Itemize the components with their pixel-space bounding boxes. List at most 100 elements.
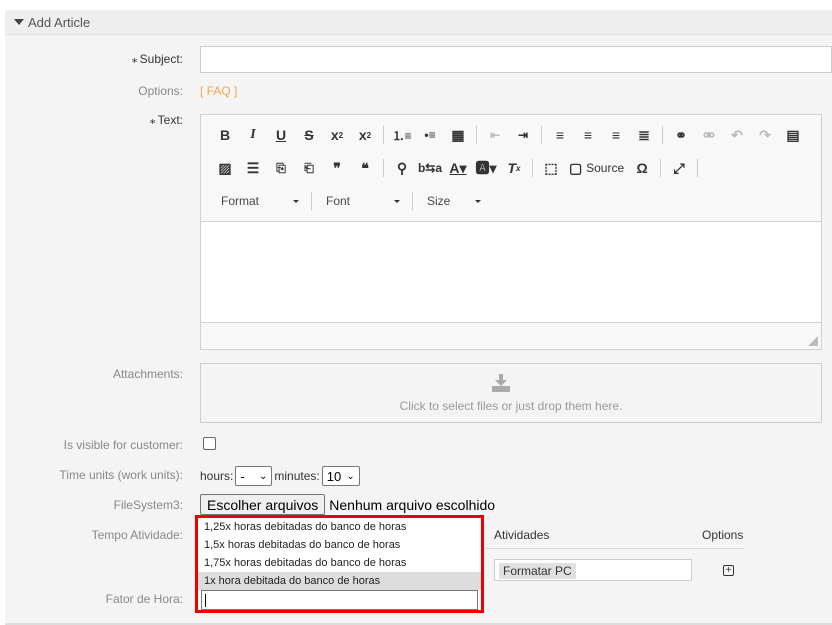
justify-icon[interactable]: ≣: [630, 123, 658, 147]
paste-text-icon[interactable]: ⎘: [267, 156, 295, 180]
toolbar-separator: [532, 159, 533, 177]
chevron-down-icon: ⌄: [258, 470, 268, 482]
maximize-icon[interactable]: ⤢: [665, 156, 693, 180]
fator-de-hora-search-input[interactable]: [201, 590, 478, 610]
faq-link[interactable]: [ FAQ ]: [200, 84, 237, 98]
replace-icon[interactable]: b⇆a: [416, 156, 444, 180]
toolbar-separator: [697, 159, 699, 177]
toolbar-separator: [383, 159, 384, 177]
align-right-icon[interactable]: ≡: [602, 123, 630, 147]
required-star-icon: ⁎: [149, 113, 156, 127]
bulleted-list-icon[interactable]: •≡: [416, 123, 444, 147]
section-header[interactable]: Add Article: [5, 10, 832, 35]
fator-de-hora-label: Fator de Hora:: [105, 592, 183, 606]
toolbar-separator: [383, 126, 384, 144]
table-header-divider: [485, 548, 745, 549]
toolbar-separator: [662, 126, 663, 144]
file-input: Escolher arquivos Nenhum arquivo escolhi…: [200, 494, 495, 515]
dropdown-option[interactable]: 1,5x horas debitadas do banco de horas: [198, 536, 481, 554]
subscript-button[interactable]: x2: [323, 123, 351, 147]
subject-label: ⁎ Subject:: [131, 52, 183, 66]
superscript-button[interactable]: x2: [351, 123, 379, 147]
dropdown-option[interactable]: 1,75x horas debitadas do banco de horas: [198, 554, 481, 572]
indent-icon[interactable]: ⇥: [509, 123, 537, 147]
dropdown-arrow-icon: [475, 199, 481, 203]
link-icon[interactable]: ⚭: [667, 123, 695, 147]
add-row-icon[interactable]: +: [723, 565, 734, 576]
filesystem-label: FileSystem3:: [113, 498, 183, 512]
bold-button[interactable]: B: [211, 123, 239, 147]
remove-format-icon[interactable]: Tx: [500, 156, 528, 180]
minutes-label: minutes:: [274, 469, 320, 483]
numbered-list-icon[interactable]: ⒈≡: [388, 123, 416, 147]
options-label: Options:: [138, 84, 183, 98]
attachment-dropzone[interactable]: Click to select files or just drop them …: [200, 363, 822, 423]
time-units-group: hours: - ⌄ minutes: 10 ⌄: [200, 466, 362, 486]
table-icon[interactable]: ▦: [444, 123, 472, 147]
toolbar-separator: [412, 192, 413, 210]
source-button[interactable]: ▢ Source: [565, 156, 628, 180]
special-char-icon[interactable]: Ω: [628, 156, 656, 180]
outdent-icon[interactable]: ⇤: [481, 123, 509, 147]
format-combo[interactable]: Format: [211, 190, 307, 212]
collapse-triangle-icon[interactable]: [14, 19, 24, 25]
fator-de-hora-dropdown: 1,25x horas debitadas do banco de horas …: [195, 515, 484, 613]
text-label: ⁎ Text:: [149, 113, 183, 127]
dropdown-arrow-icon: [394, 199, 400, 203]
activity-tag[interactable]: Formatar PC: [499, 563, 576, 579]
toolbar-separator: [660, 159, 662, 177]
show-blocks-icon[interactable]: ⬚: [537, 156, 565, 180]
align-left-icon[interactable]: ≡: [546, 123, 574, 147]
attachments-label: Attachments:: [112, 367, 183, 381]
dropdown-option-highlighted[interactable]: 1x hora debitada do banco de horas: [198, 572, 481, 590]
toolbar-row-2: ▨ ☰ ⎘ ⎗ ❞ ❝ ⚲ b⇆a A▾ 🅰▾ Tx ⬚ ▢ Source Ω …: [211, 156, 702, 180]
activities-column-header: Atividades: [494, 528, 550, 542]
toolbar-row-3: Format Font Size: [211, 189, 489, 213]
resize-handle-icon[interactable]: [808, 336, 818, 346]
background-color-icon[interactable]: 🅰▾: [472, 156, 500, 180]
undo-icon[interactable]: ↶: [723, 123, 751, 147]
unlink-icon[interactable]: ⚮: [695, 123, 723, 147]
required-star-icon: ⁎: [131, 52, 138, 66]
blockquote-icon[interactable]: ❞: [323, 156, 351, 180]
hours-label: hours:: [200, 469, 234, 483]
dropdown-arrow-icon: [293, 199, 299, 203]
toolbar-separator: [476, 126, 477, 144]
section-title: Add Article: [28, 15, 91, 30]
align-center-icon[interactable]: ≡: [574, 123, 602, 147]
activity-field[interactable]: Formatar PC: [494, 559, 692, 581]
remove-quote-icon[interactable]: ❝: [351, 156, 379, 180]
find-icon[interactable]: ⚲: [388, 156, 416, 180]
file-status: Nenhum arquivo escolhido: [329, 496, 496, 513]
text-cursor: [205, 594, 206, 607]
image-icon[interactable]: ▨: [211, 156, 239, 180]
hours-select[interactable]: - ⌄: [235, 466, 273, 486]
source-icon: ▢: [569, 159, 587, 176]
dropdown-option[interactable]: 1,25x horas debitadas do banco de horas: [198, 518, 481, 536]
visible-label: Is visible for customer:: [63, 438, 183, 452]
toolbar-row-1: B I U S x2 x2 ⒈≡ •≡ ▦ ⇤ ⇥ ≡ ≡ ≡ ≣ ⚭ ⚮ ↶ …: [211, 123, 807, 147]
strikethrough-button[interactable]: S: [295, 123, 323, 147]
italic-button[interactable]: I: [239, 123, 267, 147]
text-settings-icon[interactable]: ▤: [779, 123, 807, 147]
choose-files-button[interactable]: Escolher arquivos: [200, 494, 326, 515]
size-combo[interactable]: Size: [417, 190, 489, 212]
download-icon: [492, 374, 510, 392]
tempo-atividade-label: Tempo Atividade:: [91, 528, 183, 542]
editor-content-area[interactable]: [201, 221, 821, 323]
options-column-header: Options: [702, 528, 744, 542]
visible-for-customer-checkbox[interactable]: [203, 437, 216, 450]
subject-input[interactable]: [200, 46, 832, 73]
toolbar-separator: [541, 126, 542, 144]
text-color-icon[interactable]: A▾: [444, 156, 472, 180]
underline-button[interactable]: U: [267, 123, 295, 147]
font-combo[interactable]: Font: [316, 190, 408, 212]
redo-icon[interactable]: ↷: [751, 123, 779, 147]
rich-text-editor: B I U S x2 x2 ⒈≡ •≡ ▦ ⇤ ⇥ ≡ ≡ ≡ ≣ ⚭ ⚮ ↶ …: [200, 114, 822, 350]
horizontal-rule-icon[interactable]: ☰: [239, 156, 267, 180]
minutes-select[interactable]: 10 ⌄: [321, 466, 360, 486]
chevron-down-icon: ⌄: [346, 470, 355, 482]
paste-word-icon[interactable]: ⎗: [295, 156, 323, 180]
dropzone-hint: Click to select files or just drop them …: [399, 399, 623, 413]
time-units-label: Time units (work units):: [59, 468, 183, 482]
